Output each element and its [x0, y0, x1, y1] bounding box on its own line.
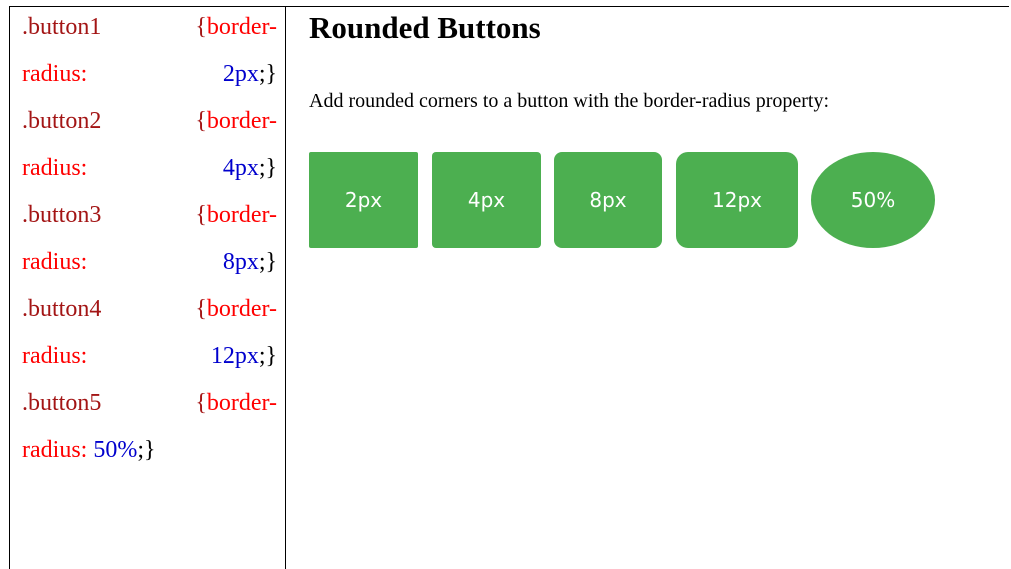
code-line: .button3 {border- [22, 192, 277, 239]
demo-heading: Rounded Buttons [309, 10, 541, 45]
css-property: radius: [22, 249, 88, 275]
css-value: 2px [222, 61, 259, 87]
css-value: 50% [93, 437, 138, 463]
css-property: radius: [22, 343, 88, 369]
open-brace: { [195, 202, 207, 228]
css-property: border- [206, 296, 277, 322]
code-line: .button2 {border- [22, 98, 277, 145]
css-property: border- [206, 390, 277, 416]
code-line: radius: 50%;} [22, 427, 277, 474]
rounded-2px-button[interactable]: 2px [309, 152, 418, 248]
css-property: border- [206, 202, 277, 228]
css-value: 4px [222, 155, 259, 181]
rounded-12px-button[interactable]: 12px [676, 152, 798, 248]
open-brace: { [195, 296, 207, 322]
css-selector: .button2 [22, 108, 102, 134]
css-value: 12px [210, 343, 259, 369]
css-property: border- [206, 14, 277, 40]
css-code-block: .button1 {border- radius: 2px;} .button2… [22, 4, 277, 474]
open-brace: { [195, 390, 207, 416]
code-line: .button4 {border- [22, 286, 277, 333]
close-brace: ;} [258, 61, 277, 87]
css-value: 8px [222, 249, 259, 275]
close-brace: ;} [258, 155, 277, 181]
css-selector: .button1 [22, 14, 102, 40]
open-brace: { [195, 14, 207, 40]
css-property: border- [206, 108, 277, 134]
demo-description: Add rounded corners to a button with the… [309, 90, 830, 112]
rounded-50-percent-button[interactable]: 50% [811, 152, 935, 248]
css-property: radius: [22, 437, 88, 463]
code-line: .button1 {border- [22, 4, 277, 51]
open-brace: { [195, 108, 207, 134]
css-property: radius: [22, 61, 88, 87]
code-line: radius: 4px;} [22, 145, 277, 192]
css-selector: .button4 [22, 296, 102, 322]
css-property: radius: [22, 155, 88, 181]
code-line: radius: 12px;} [22, 333, 277, 380]
code-line: radius: 2px;} [22, 51, 277, 98]
css-selector: .button3 [22, 202, 102, 228]
code-line: radius: 8px;} [22, 239, 277, 286]
rounded-4px-button[interactable]: 4px [432, 152, 541, 248]
column-divider [285, 6, 286, 569]
close-brace: ;} [258, 343, 277, 369]
close-brace: ;} [137, 437, 156, 463]
close-brace: ;} [258, 249, 277, 275]
rounded-8px-button[interactable]: 8px [554, 152, 662, 248]
css-selector: .button5 [22, 390, 102, 416]
code-line: .button5 {border- [22, 380, 277, 427]
